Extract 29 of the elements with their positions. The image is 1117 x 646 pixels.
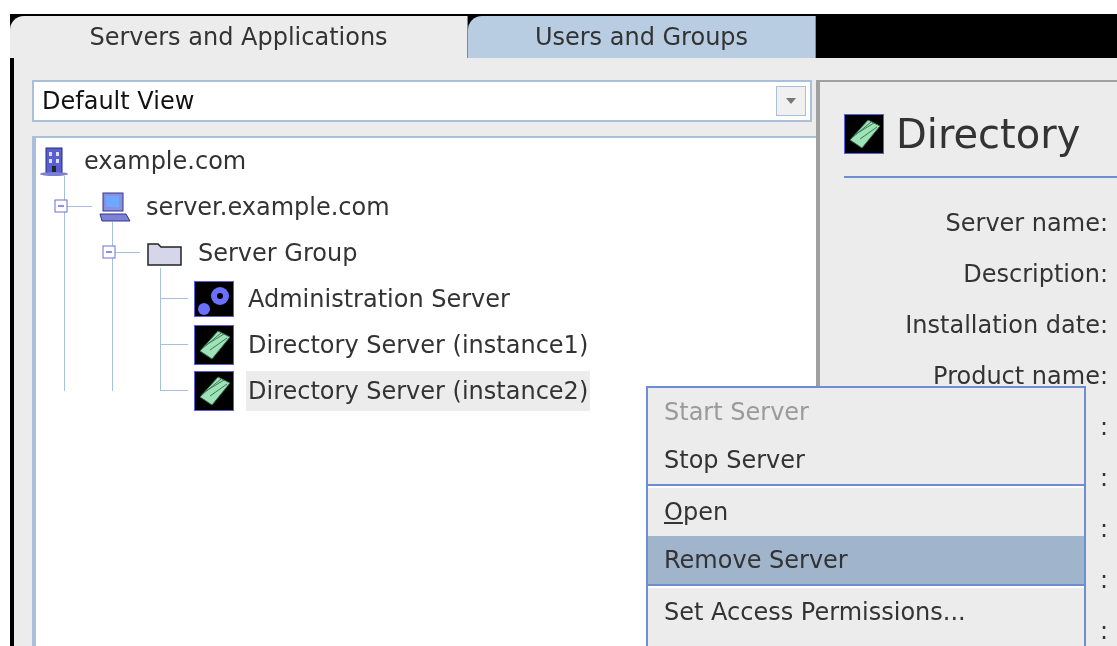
view-dropdown[interactable]: Default View <box>32 80 812 122</box>
menu-item[interactable]: Open <box>648 488 1084 536</box>
field-label: : <box>1099 463 1108 494</box>
menu-item[interactable]: Set Access Permissions... <box>648 588 1084 636</box>
menu-item[interactable]: Remove Server <box>648 536 1084 584</box>
directory-server-icon <box>194 371 234 411</box>
tab[interactable]: Users and Groups <box>468 16 816 58</box>
field-label: Server name: <box>945 208 1108 239</box>
directory-server-icon <box>194 325 234 365</box>
field-label: : <box>1099 514 1108 545</box>
details-title: Directory <box>896 110 1081 158</box>
tree-item[interactable]: Directory Server (instance2) <box>246 371 591 411</box>
menu-item[interactable]: Stop Server <box>648 436 1084 484</box>
tab[interactable]: Servers and Applications <box>10 16 468 58</box>
tree-item[interactable]: Directory Server (instance1) <box>246 325 591 365</box>
tree-item[interactable]: Server Group <box>196 233 360 273</box>
field-label: : <box>1099 412 1108 443</box>
tree-item[interactable]: Administration Server <box>246 279 512 319</box>
tree-item[interactable]: server.example.com <box>144 187 392 227</box>
building-icon <box>38 145 70 177</box>
collapse-icon[interactable] <box>54 199 68 213</box>
field-label: : <box>1099 616 1108 646</box>
field-label: Installation date: <box>905 310 1108 341</box>
collapse-icon[interactable] <box>102 245 116 259</box>
field-label: : <box>1099 565 1108 596</box>
computer-icon <box>98 190 132 224</box>
field-label: Description: <box>963 259 1108 290</box>
tree-item[interactable]: example.com <box>82 141 249 181</box>
directory-server-icon <box>844 114 884 154</box>
